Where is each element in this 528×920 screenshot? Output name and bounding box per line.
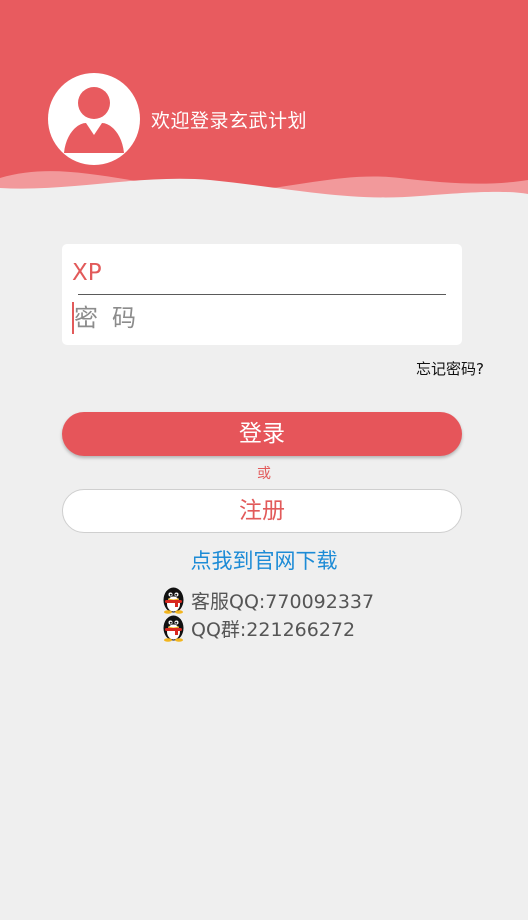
qq-penguin-icon [163,587,184,614]
download-website-link[interactable]: 点我到官网下载 [0,545,528,575]
password-placeholder: 密码 [74,304,150,332]
qq-penguin-icon [163,615,184,642]
login-form-card: XP 密码 [62,244,462,345]
or-separator: 或 [257,466,271,482]
username-input[interactable]: XP [72,258,442,288]
header-banner: 欢迎登录玄武计划 [0,0,528,210]
login-button[interactable]: 登录 [62,412,462,456]
support-qq-row: 客服QQ:770092337 [160,586,374,614]
qq-group-text: QQ群:221266272 [191,618,356,641]
forgot-password-link[interactable]: 忘记密码? [416,358,484,379]
welcome-text: 欢迎登录玄武计划 [151,110,308,132]
input-divider [78,294,446,295]
password-input[interactable]: 密码 [70,300,442,334]
register-button[interactable]: 注册 [62,489,462,533]
user-avatar-icon [48,73,140,165]
support-qq-text: 客服QQ:770092337 [191,590,375,613]
qq-group-row: QQ群:221266272 [160,614,355,642]
